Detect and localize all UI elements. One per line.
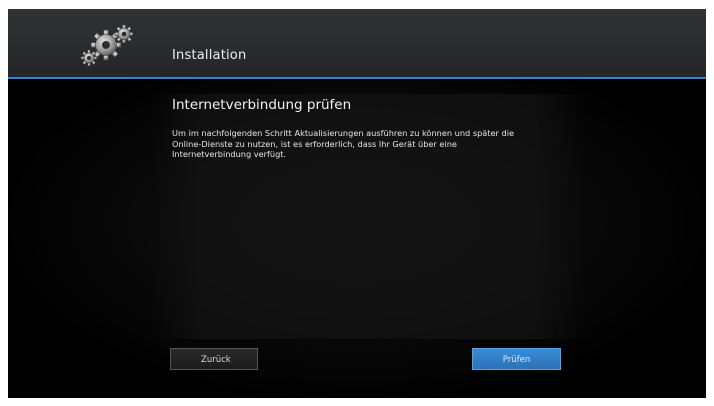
description-line: Um im nachfolgenden Schritt Aktualisieru… — [172, 128, 515, 138]
check-button[interactable]: Prüfen — [472, 348, 561, 370]
back-button[interactable]: Zurück — [170, 348, 258, 370]
description-text: Um im nachfolgenden Schritt Aktualisieru… — [172, 128, 592, 160]
header-bar: Installation — [8, 9, 706, 77]
description-line: Internetverbindung verfügt. — [172, 149, 287, 159]
page-title: Installation — [172, 48, 247, 63]
section-heading: Internetverbindung prüfen — [172, 97, 352, 113]
gears-icon — [80, 23, 134, 69]
tv-screen: Installation Internetverbindung prüfen U… — [8, 9, 706, 398]
description-line: Online-Dienste zu nutzen, ist es erforde… — [172, 138, 457, 149]
